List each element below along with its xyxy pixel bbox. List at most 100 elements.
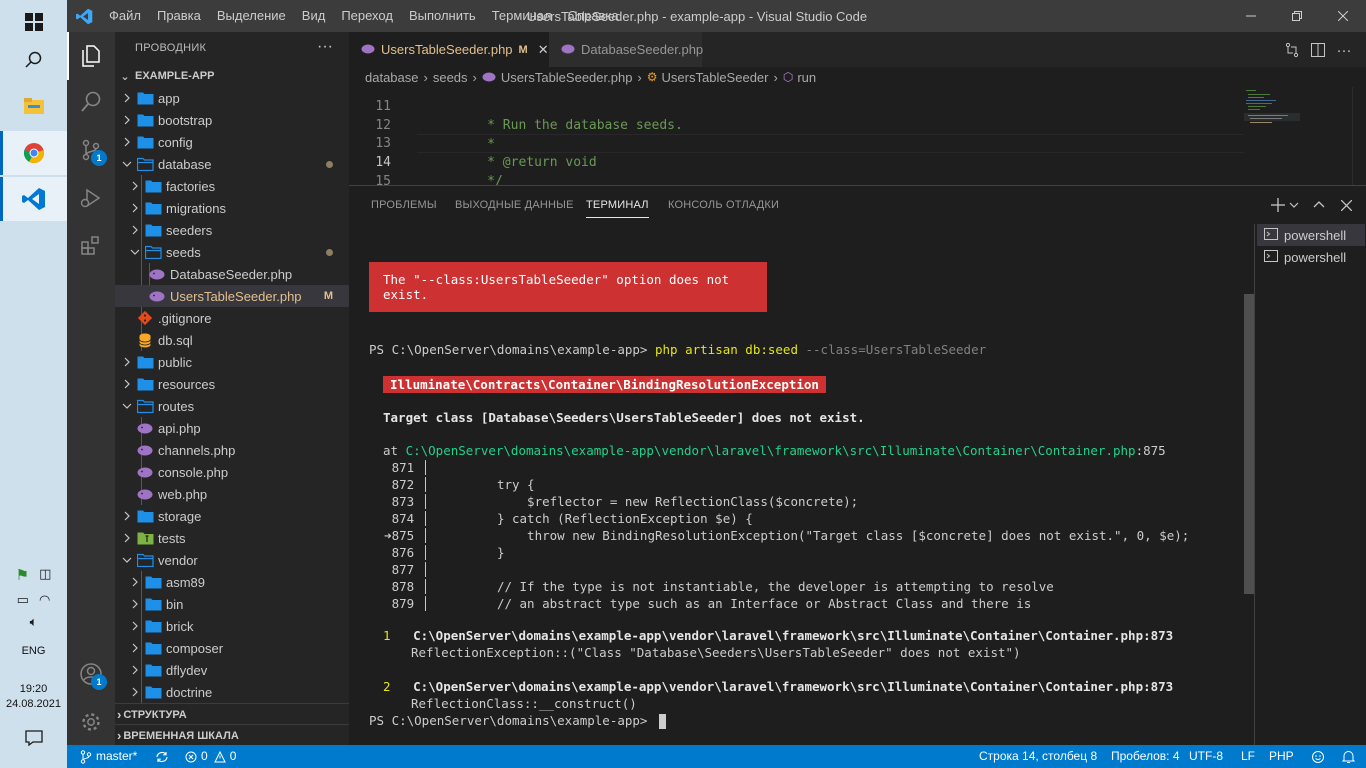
input-language[interactable]: ENG xyxy=(0,645,67,657)
feedback-button[interactable] xyxy=(1311,745,1325,768)
restore-button[interactable] xyxy=(1274,0,1320,32)
folder-item[interactable]: factories xyxy=(115,175,349,197)
folder-item[interactable]: database xyxy=(115,153,349,175)
folder-item[interactable]: composer xyxy=(115,637,349,659)
close-panel-button[interactable] xyxy=(1337,196,1355,214)
tab-users-table-seeder[interactable]: UsersTableSeeder.php M ✕ xyxy=(349,32,549,67)
open-changes-button[interactable] xyxy=(1282,40,1302,60)
file-item[interactable]: web.php xyxy=(115,483,349,505)
file-item[interactable]: api.php xyxy=(115,417,349,439)
encoding[interactable]: UTF-8 xyxy=(1189,745,1223,768)
search-view-button[interactable] xyxy=(67,78,115,126)
close-button[interactable] xyxy=(1320,0,1366,32)
file-item[interactable]: UsersTableSeeder.php M xyxy=(115,285,349,307)
breadcrumb-item[interactable]: database xyxy=(365,70,419,85)
flag-icon[interactable]: ⚑ xyxy=(16,566,29,584)
folder-item[interactable]: migrations xyxy=(115,197,349,219)
workspace-root[interactable]: ⌄ EXAMPLE-APP xyxy=(115,65,349,87)
menu-edit[interactable]: Правка xyxy=(149,0,209,32)
menu-selection[interactable]: Выделение xyxy=(209,0,294,32)
end-of-line[interactable]: LF xyxy=(1241,745,1255,768)
clock-time[interactable]: 19:20 xyxy=(0,683,67,695)
folder-item[interactable]: config xyxy=(115,131,349,153)
cursor-position[interactable]: Строка 14, столбец 8 xyxy=(979,745,1097,768)
extensions-view-button[interactable] xyxy=(67,222,115,270)
folder-item[interactable]: vendor xyxy=(115,549,349,571)
tab-terminal[interactable]: ТЕРМИНАЛ xyxy=(586,186,649,224)
folder-item[interactable]: asm89 xyxy=(115,571,349,593)
clock-date[interactable]: 24.08.2021 xyxy=(0,698,67,710)
explorer-view-button[interactable] xyxy=(67,32,115,80)
menu-terminal[interactable]: Терминал xyxy=(484,0,560,32)
windows-search-button[interactable] xyxy=(0,38,67,82)
close-icon[interactable]: ✕ xyxy=(538,42,549,58)
tab-output[interactable]: ВЫХОДНЫЕ ДАННЫЕ xyxy=(455,186,574,224)
taskbar-file-explorer[interactable] xyxy=(0,84,67,128)
volume-icon[interactable]: 🔈︎ xyxy=(30,614,38,630)
folder-item[interactable]: seeders xyxy=(115,219,349,241)
folder-item[interactable]: bootstrap xyxy=(115,109,349,131)
language-mode[interactable]: PHP xyxy=(1269,745,1294,768)
terminal-instance[interactable]: powershell xyxy=(1257,224,1365,246)
action-center-button[interactable] xyxy=(0,718,67,758)
breadcrumb-item[interactable]: seeds xyxy=(433,70,468,85)
indentation[interactable]: Пробелов: 4 xyxy=(1111,745,1180,768)
editor-scrollbar[interactable] xyxy=(1352,87,1366,185)
folder-item[interactable]: bin xyxy=(115,593,349,615)
file-item[interactable]: console.php xyxy=(115,461,349,483)
terminal-scrollbar[interactable] xyxy=(1244,294,1254,594)
code-editor[interactable]: 11 * Run the database seeds. 12 * 13 * @… xyxy=(349,87,1366,185)
manage-button[interactable] xyxy=(67,698,115,746)
breadcrumb-item[interactable]: run xyxy=(797,70,816,85)
file-path-link[interactable]: C:\OpenServer\domains\example-app\vendor… xyxy=(406,443,1136,458)
file-item[interactable]: channels.php xyxy=(115,439,349,461)
folder-item[interactable]: app xyxy=(115,87,349,109)
menu-run[interactable]: Выполнить xyxy=(401,0,484,32)
maximize-panel-button[interactable] xyxy=(1310,196,1328,214)
outline-section-header[interactable]: › СТРУКТУРА xyxy=(115,703,349,725)
explorer-more-actions[interactable]: ··· xyxy=(317,38,333,56)
file-item[interactable]: DatabaseSeeder.php xyxy=(115,263,349,285)
source-control-view-button[interactable]: 1 xyxy=(67,126,115,174)
split-editor-button[interactable] xyxy=(1308,40,1328,60)
battery-icon[interactable]: ▭ xyxy=(17,592,29,608)
wifi-icon[interactable]: ◠ xyxy=(39,592,50,608)
frame-path[interactable]: C:\OpenServer\domains\example-app\vendor… xyxy=(413,679,1173,694)
folder-item[interactable]: public xyxy=(115,351,349,373)
sync-button[interactable] xyxy=(155,745,169,768)
editor-more-actions[interactable]: ··· xyxy=(1334,40,1354,60)
accounts-button[interactable]: 1 xyxy=(67,650,115,698)
menu-view[interactable]: Вид xyxy=(294,0,334,32)
menu-file[interactable]: Файл xyxy=(101,0,149,32)
network-device-icon[interactable]: ◫ xyxy=(39,566,51,584)
folder-item[interactable]: storage xyxy=(115,505,349,527)
minimize-button[interactable] xyxy=(1228,0,1274,32)
terminal[interactable]: The "--class:UsersTableSeeder" option do… xyxy=(369,224,1249,744)
folder-item[interactable]: resources xyxy=(115,373,349,395)
branch-indicator[interactable]: master* xyxy=(80,745,137,768)
tab-problems[interactable]: ПРОБЛЕМЫ xyxy=(371,186,437,224)
frame-path[interactable]: C:\OpenServer\domains\example-app\vendor… xyxy=(413,628,1173,643)
menu-help[interactable]: Справка xyxy=(560,0,627,32)
tab-debug-console[interactable]: КОНСОЛЬ ОТЛАДКИ xyxy=(668,186,779,224)
taskbar-vscode[interactable] xyxy=(0,177,67,221)
terminal-instance[interactable]: powershell xyxy=(1257,246,1365,268)
run-debug-view-button[interactable] xyxy=(67,174,115,222)
folder-item[interactable]: seeds xyxy=(115,241,349,263)
breadcrumb-item[interactable]: UsersTableSeeder.php xyxy=(501,70,633,85)
folder-item[interactable]: brick xyxy=(115,615,349,637)
file-item[interactable]: .gitignore xyxy=(115,307,349,329)
taskbar-chrome[interactable] xyxy=(0,131,67,175)
terminal-profiles-dropdown[interactable] xyxy=(1285,196,1303,214)
breadcrumb-item[interactable]: UsersTableSeeder xyxy=(662,70,769,85)
folder-item[interactable]: doctrine xyxy=(115,681,349,703)
folder-item[interactable]: dflydev xyxy=(115,659,349,681)
folder-item[interactable]: routes xyxy=(115,395,349,417)
problems-indicator[interactable]: 0 0 xyxy=(185,745,236,768)
timeline-section-header[interactable]: › ВРЕМЕННАЯ ШКАЛА xyxy=(115,724,349,746)
file-item[interactable]: db.sql xyxy=(115,329,349,351)
menu-go[interactable]: Переход xyxy=(333,0,401,32)
minimap[interactable] xyxy=(1244,87,1300,185)
tab-database-seeder[interactable]: DatabaseSeeder.php xyxy=(549,32,703,67)
folder-item[interactable]: tests xyxy=(115,527,349,549)
